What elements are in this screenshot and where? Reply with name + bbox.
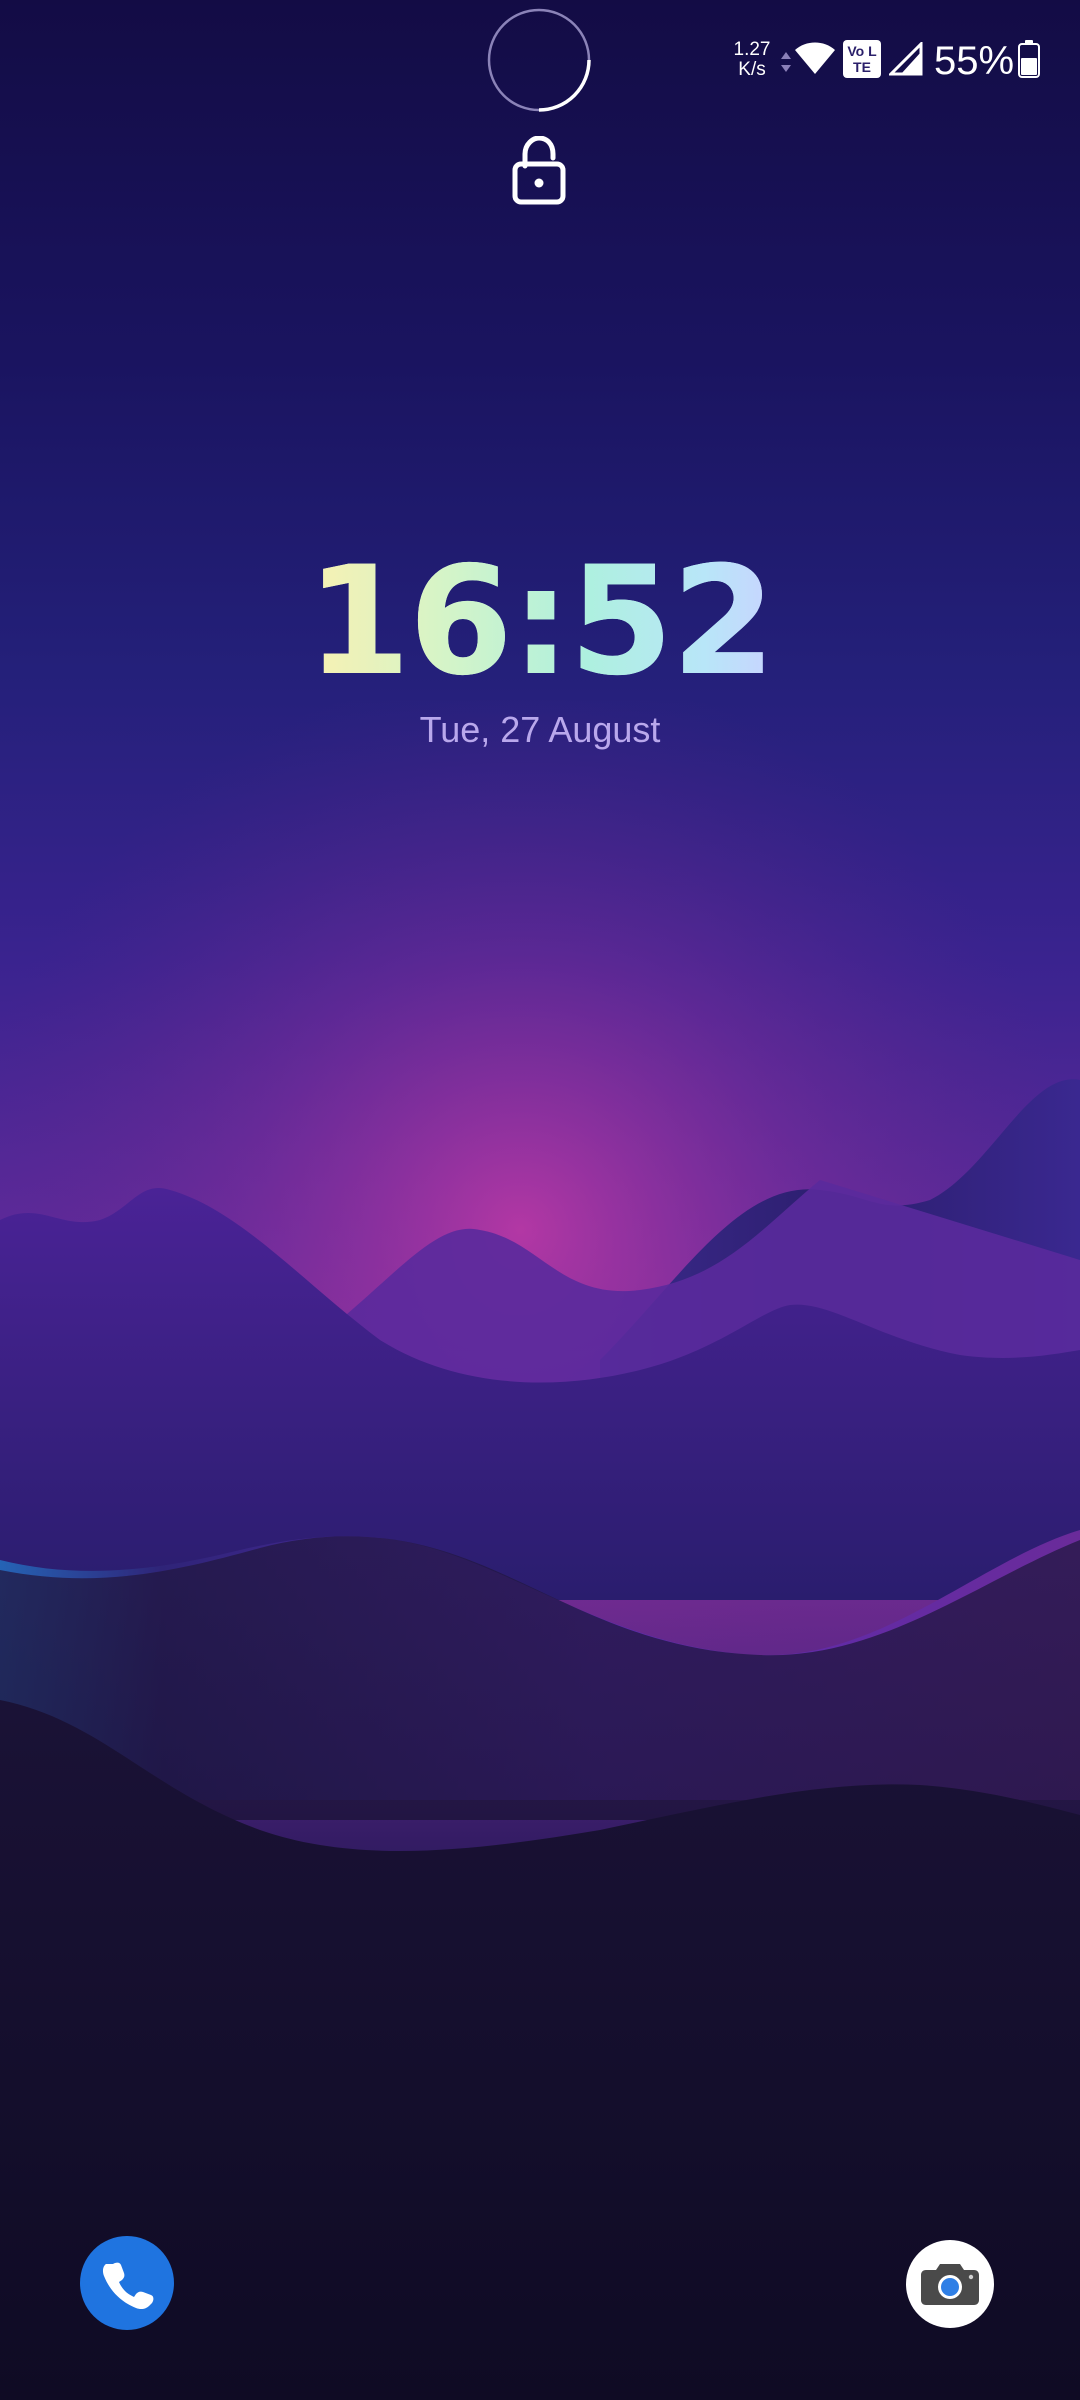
clock-time: 16:52 bbox=[306, 535, 775, 709]
battery-percent: 55% bbox=[934, 39, 1015, 83]
camera-icon bbox=[921, 2264, 979, 2305]
lockscreen-clock: 16:52 bbox=[0, 542, 1080, 702]
wifi-icon bbox=[795, 42, 835, 74]
cell-signal-icon bbox=[889, 42, 923, 76]
data-activity-icon bbox=[781, 52, 791, 72]
phone-shortcut-button[interactable] bbox=[80, 2236, 174, 2330]
fingerprint-ring-icon[interactable] bbox=[487, 8, 591, 112]
camera-shortcut-button[interactable] bbox=[906, 2240, 994, 2328]
volte-icon: Vo LTE bbox=[843, 40, 881, 78]
lockscreen-date: Tue, 27 August bbox=[419, 709, 661, 750]
phone-icon bbox=[102, 2262, 154, 2310]
lock-screen[interactable]: 1.27 K/s Vo LTE 55% 16:52 Tue, 27 August bbox=[0, 0, 1080, 2400]
network-speed-value: 1.27 bbox=[733, 39, 771, 60]
network-speed-unit: K/s bbox=[738, 59, 766, 80]
battery-icon bbox=[1018, 40, 1040, 78]
volte-label: Vo LTE bbox=[847, 43, 877, 75]
wallpaper-mountains bbox=[0, 700, 1080, 2400]
network-speed: 1.27 K/s bbox=[722, 40, 782, 80]
lock-icon bbox=[512, 136, 566, 205]
